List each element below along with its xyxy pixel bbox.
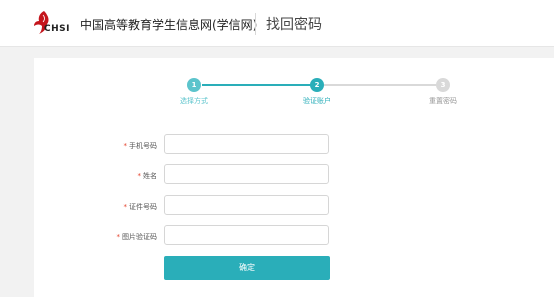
confirm-button[interactable]: 确定: [164, 256, 330, 280]
step-circle-3: 3: [436, 78, 450, 92]
step-circle-2: 2: [310, 78, 324, 92]
header-divider: [255, 13, 256, 35]
phone-input[interactable]: [164, 134, 329, 154]
step-label-1: 选择方式: [180, 97, 208, 105]
site-header: CHSI 中国高等教育学生信息网(学信网) 找回密码: [0, 0, 554, 47]
phone-label-text: 手机号码: [129, 142, 157, 150]
name-label: * 姓名: [77, 171, 158, 181]
id-label: * 证件号码: [77, 202, 158, 212]
page-title: 找回密码: [266, 17, 322, 33]
captcha-label-text: 图片验证码: [122, 233, 157, 241]
required-mark: *: [123, 203, 128, 211]
step-label-2: 验证账户: [303, 97, 331, 105]
step-line-2-3: [324, 84, 436, 86]
id-label-text: 证件号码: [129, 203, 157, 211]
phone-label: * 手机号码: [77, 141, 158, 151]
captcha-input[interactable]: [164, 225, 329, 245]
name-label-text: 姓名: [143, 172, 157, 180]
step-line-1-2: [202, 84, 317, 86]
id-number-input[interactable]: [164, 195, 329, 215]
step-label-3: 重置密码: [429, 97, 457, 105]
required-mark: *: [116, 233, 121, 241]
site-name: 中国高等教育学生信息网(学信网): [80, 18, 258, 32]
logo-text: CHSI: [44, 24, 70, 34]
name-input[interactable]: [164, 164, 329, 184]
captcha-label: * 图片验证码: [77, 232, 158, 242]
step-circle-1: 1: [187, 78, 201, 92]
required-mark: *: [137, 172, 142, 180]
required-mark: *: [123, 142, 128, 150]
